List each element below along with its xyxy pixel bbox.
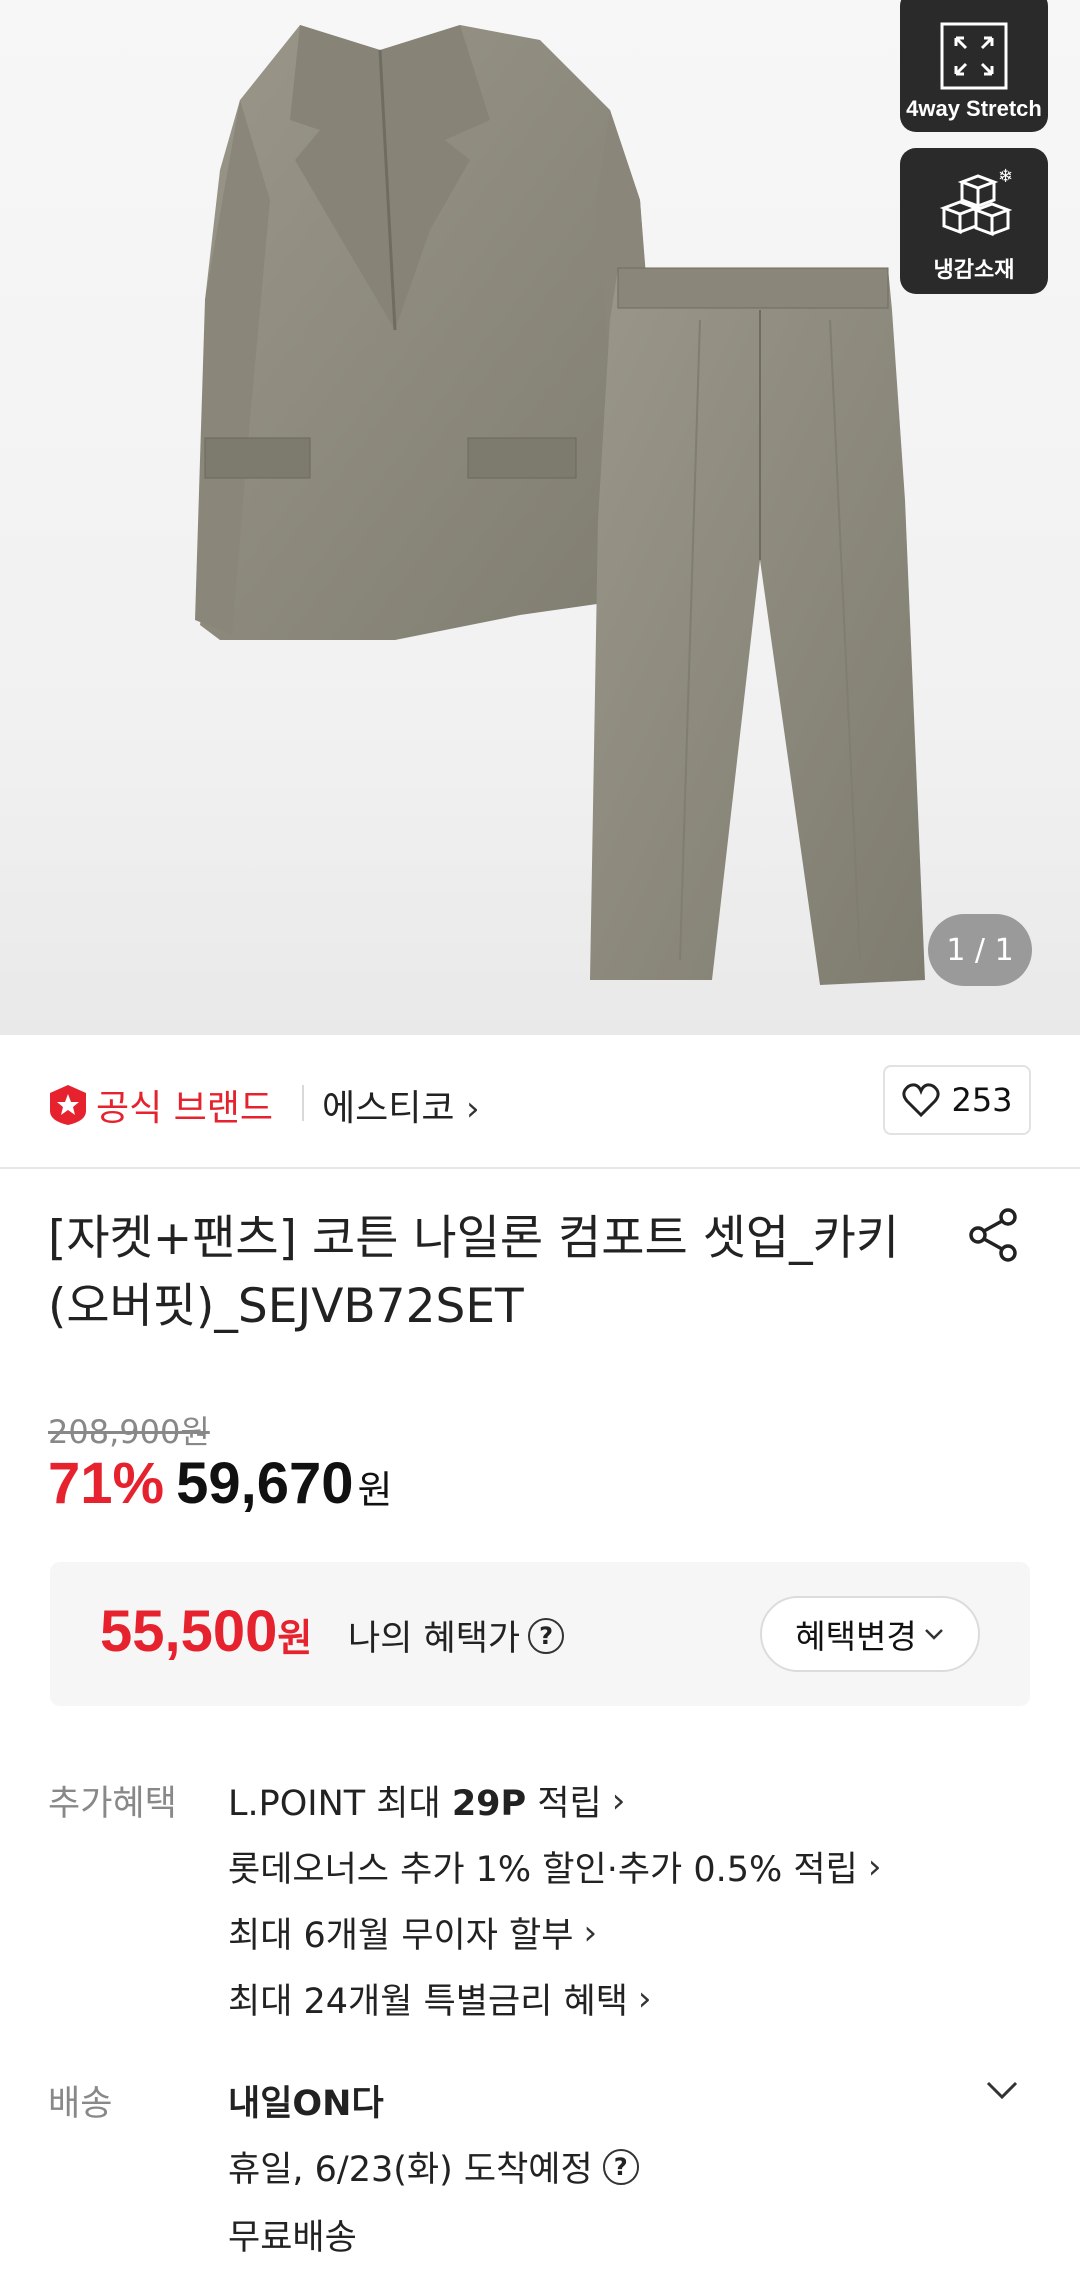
extra-benefits-label: 추가혜택 <box>48 1784 177 1824</box>
chevron-right-icon: › <box>611 1780 626 1821</box>
sale-price-unit: 원 <box>357 1468 393 1512</box>
delivery-eta: 휴일, 6/23(화) 도착예정 ? <box>228 2141 639 2192</box>
change-benefit-label: 혜택변경 <box>795 1617 917 1656</box>
chevron-down-icon <box>986 2081 1018 2100</box>
price-row: 71% 59,670 원 <box>48 1450 392 1517</box>
official-star-icon <box>50 1085 86 1125</box>
cooling-badge: ❄ 냉감소재 <box>900 148 1048 294</box>
benefit-lpoint-bold: 29P <box>451 1784 527 1824</box>
benefit-installment-text: 최대 6개월 무이자 할부 <box>228 1916 574 1956</box>
stretch-badge-label: 4way Stretch <box>906 96 1042 121</box>
delivery-expand-button[interactable] <box>984 2078 1020 2106</box>
brand-link[interactable]: 에스티코 › <box>322 1079 480 1131</box>
chevron-right-icon: › <box>637 1978 652 2019</box>
image-pager: 1 / 1 <box>928 914 1032 986</box>
chevron-right-icon: › <box>867 1846 882 1887</box>
share-icon <box>969 1208 1017 1262</box>
benefit-lpoint-pre: L.POINT 최대 <box>228 1784 452 1824</box>
benefit-installment[interactable]: 최대 6개월 무이자 할부 › <box>228 1907 597 1958</box>
like-button[interactable]: 253 <box>883 1065 1031 1135</box>
chevron-down-icon <box>924 1629 943 1640</box>
benefit-lpoint[interactable]: L.POINT 최대 29P 적립 › <box>228 1775 625 1826</box>
benefit-lotte-owners[interactable]: 롯데오너스 추가 1% 할인·추가 0.5% 적립 › <box>228 1841 881 1892</box>
help-icon[interactable]: ? <box>602 2148 639 2185</box>
benefit-special-rate[interactable]: 최대 24개월 특별금리 혜택 › <box>228 1973 652 2024</box>
chevron-right-icon: › <box>583 1912 598 1953</box>
product-title: [자켓+팬츠] 코튼 나일론 컴포트 셋업_카키 (오버핏)_SEJVB72SE… <box>48 1205 928 1341</box>
benefit-label: 나의 혜택가 ? <box>348 1610 565 1661</box>
cooling-badge-label: 냉감소재 <box>933 257 1015 282</box>
delivery-label: 배송 <box>48 2084 113 2124</box>
benefit-lpoint-post: 적립 <box>526 1784 602 1824</box>
help-icon[interactable]: ? <box>528 1617 565 1654</box>
benefit-price: 55,500원 <box>100 1598 312 1665</box>
benefit-label-text: 나의 혜택가 <box>348 1619 521 1659</box>
product-title-line1: [자켓+팬츠] 코튼 나일론 컴포트 셋업_카키 <box>48 1211 900 1266</box>
delivery-fee: 무료배송 <box>228 2218 357 2258</box>
change-benefit-button[interactable]: 혜택변경 <box>760 1596 980 1672</box>
benefit-special-rate-text: 최대 24개월 특별금리 혜택 <box>228 1982 628 2022</box>
delivery-eta-text: 휴일, 6/23(화) 도착예정 <box>228 2150 593 2190</box>
official-brand-label: 공식 브랜드 <box>96 1088 274 1129</box>
like-count: 253 <box>951 1081 1013 1119</box>
benefit-price-unit: 원 <box>277 1618 313 1660</box>
heart-icon <box>902 1083 941 1118</box>
benefit-price-box: 55,500원 나의 혜택가 ? 혜택변경 <box>50 1562 1030 1706</box>
brand-name: 에스티코 <box>322 1088 455 1129</box>
chevron-right-icon: › <box>465 1089 480 1129</box>
sale-price: 59,670 <box>176 1451 354 1516</box>
ice-cubes-icon: ❄ <box>939 168 1013 237</box>
stretch-arrows-icon <box>940 22 1008 90</box>
brand-divider <box>302 1085 304 1121</box>
official-brand-badge: 공식 브랜드 <box>48 1079 273 1131</box>
original-price: 208,900원 <box>48 1413 210 1451</box>
stretch-badge: 4way Stretch <box>900 0 1048 132</box>
brand-row: 공식 브랜드 에스티코 › 253 <box>0 1035 1080 1169</box>
svg-text:❄: ❄ <box>998 168 1013 187</box>
delivery-service: 내일ON다 <box>228 2084 384 2124</box>
discount-rate: 71% <box>48 1451 165 1516</box>
benefit-price-value: 55,500 <box>100 1599 278 1664</box>
benefit-lotte-owners-text: 롯데오너스 추가 1% 할인·추가 0.5% 적립 <box>228 1850 858 1890</box>
product-title-line2: (오버핏)_SEJVB72SET <box>48 1279 524 1334</box>
product-image[interactable]: 4way Stretch ❄ 냉감소재 1 / 1 <box>0 0 1080 1035</box>
share-button[interactable] <box>964 1205 1024 1269</box>
